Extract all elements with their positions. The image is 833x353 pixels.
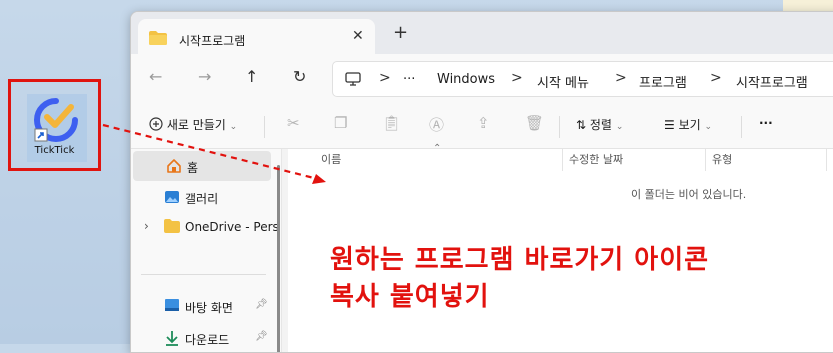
annotation-line-1: 원하는 프로그램 바로가기 아이콘 (330, 245, 710, 275)
annotation-text: 원하는 프로그램 바로가기 아이콘 복사 붙여넣기 (330, 242, 830, 316)
annotation-line-2: 복사 붙여넣기 (330, 282, 490, 312)
